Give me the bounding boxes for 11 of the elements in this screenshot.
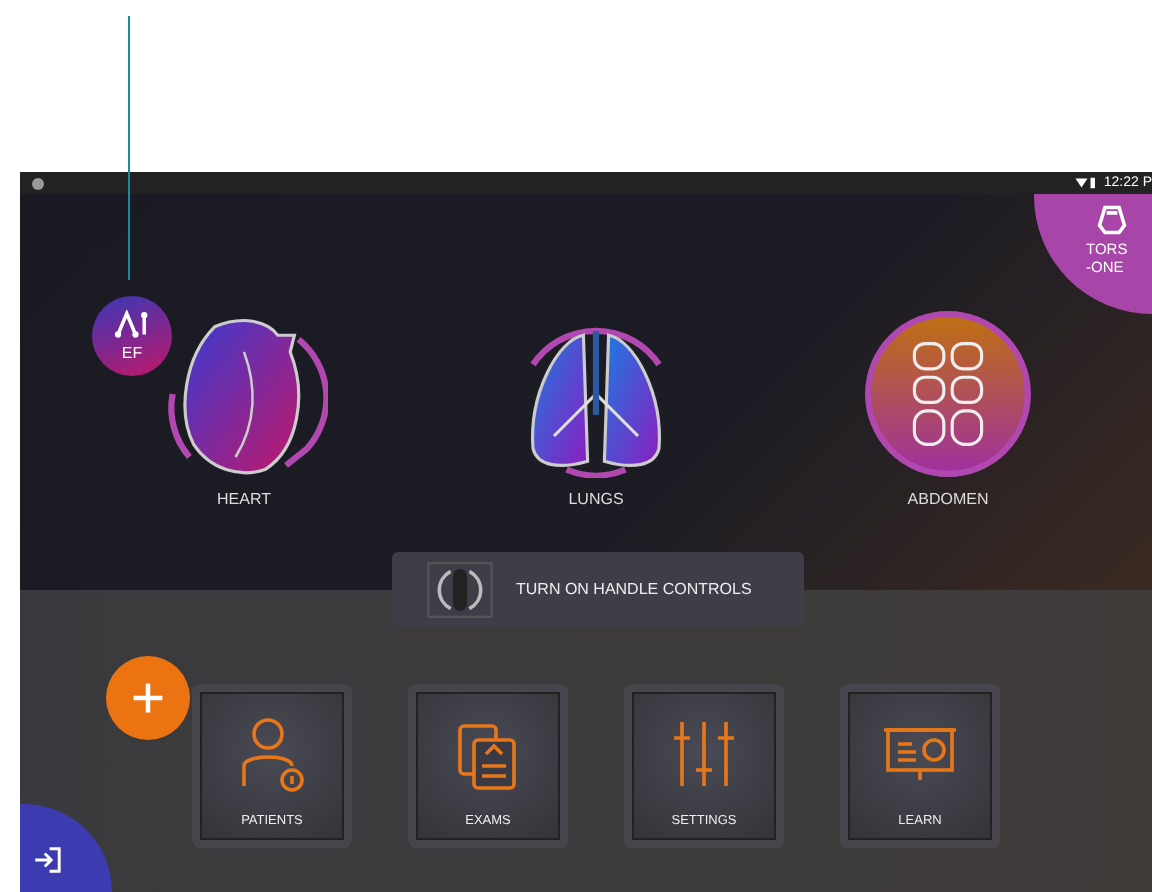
- torso-probe-icon: [1094, 204, 1130, 236]
- organ-button[interactable]: ABDOMEN: [848, 310, 1048, 508]
- ai-icon: [114, 310, 150, 338]
- plus-icon: [130, 680, 166, 716]
- handle-controls-button[interactable]: TURN ON HANDLE CONTROLS: [392, 552, 804, 626]
- add-button[interactable]: [106, 656, 190, 740]
- probe-handle-icon: [424, 561, 496, 617]
- ef-button[interactable]: EF: [92, 296, 172, 376]
- notification-icon: [32, 177, 44, 189]
- login-icon: [32, 844, 64, 876]
- organ-button[interactable]: LUNGS: [496, 310, 696, 508]
